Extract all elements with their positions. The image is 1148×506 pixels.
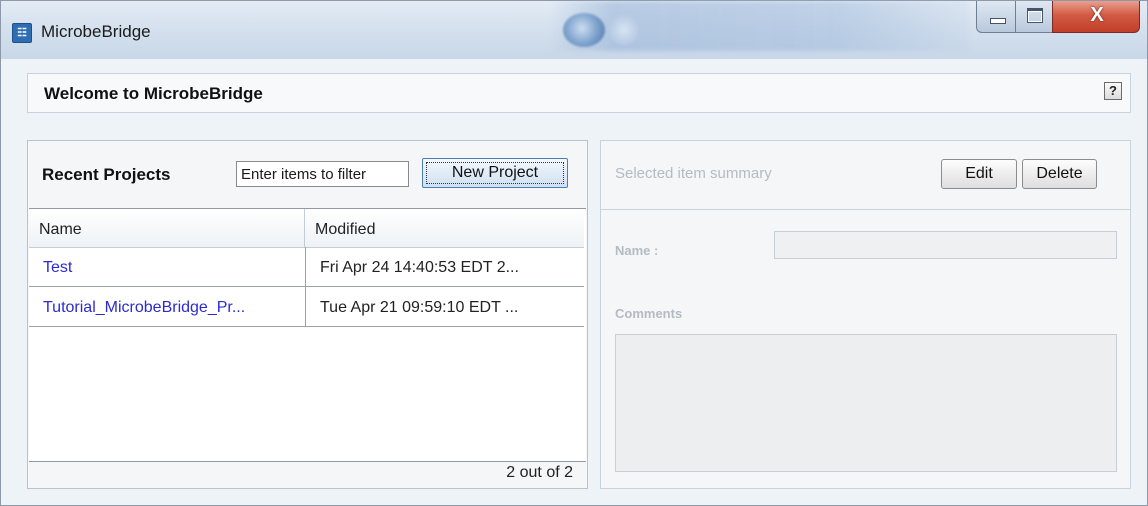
recent-projects-title: Recent Projects	[42, 165, 171, 184]
window-title: MicrobeBridge	[41, 22, 151, 41]
comments-field	[615, 334, 1117, 472]
summary-header: Selected item summary Edit Delete	[601, 141, 1130, 210]
filter-input[interactable]	[236, 161, 409, 187]
project-name-cell[interactable]: Test	[29, 247, 305, 287]
column-header-modified[interactable]: Modified	[305, 209, 584, 247]
project-name-cell[interactable]: Tutorial_MicrobeBridge_Pr...	[29, 287, 305, 327]
app-window: ☷ MicrobeBridge X Welcome to MicrobeBrid…	[0, 0, 1148, 506]
table-row[interactable]: Tutorial_MicrobeBridge_Pr... Tue Apr 21 …	[29, 287, 584, 327]
title-bar[interactable]: ☷ MicrobeBridge X	[1, 1, 1147, 59]
background-orb-blur-2	[609, 15, 639, 45]
table-row[interactable]: Test Fri Apr 24 14:40:53 EDT 2...	[29, 247, 584, 287]
background-orb-blur	[563, 13, 605, 47]
recent-projects-panel: Recent Projects New Project Name Modifie…	[27, 140, 588, 489]
item-count: 2 out of 2	[506, 464, 573, 481]
summary-panel: Selected item summary Edit Delete Name :…	[600, 140, 1131, 489]
name-label: Name :	[615, 243, 659, 258]
maximize-button[interactable]	[1015, 1, 1053, 33]
edit-button[interactable]: Edit	[941, 159, 1017, 189]
new-project-button[interactable]: New Project	[422, 158, 568, 188]
column-header-name[interactable]: Name	[29, 209, 305, 247]
welcome-header: Welcome to MicrobeBridge ?	[27, 73, 1131, 113]
project-modified-cell: Fri Apr 24 14:40:53 EDT 2...	[305, 247, 584, 287]
delete-button[interactable]: Delete	[1022, 159, 1097, 189]
app-icon: ☷	[12, 23, 32, 43]
minimize-button[interactable]	[976, 1, 1016, 33]
minimize-icon	[990, 18, 1006, 24]
project-modified-cell: Tue Apr 21 09:59:10 EDT ...	[305, 287, 584, 327]
welcome-title: Welcome to MicrobeBridge	[44, 84, 263, 103]
comments-label: Comments	[615, 306, 683, 321]
name-field	[774, 231, 1117, 259]
maximize-icon	[1027, 8, 1043, 23]
summary-title: Selected item summary	[615, 165, 772, 182]
new-project-label: New Project	[451, 164, 539, 181]
close-icon: X	[1090, 4, 1104, 26]
table-header: Name Modified	[29, 209, 584, 248]
help-button[interactable]: ?	[1104, 82, 1122, 100]
close-button[interactable]: X	[1052, 1, 1140, 33]
projects-table: Name Modified Test Fri Apr 24 14:40:53 E…	[29, 208, 586, 462]
